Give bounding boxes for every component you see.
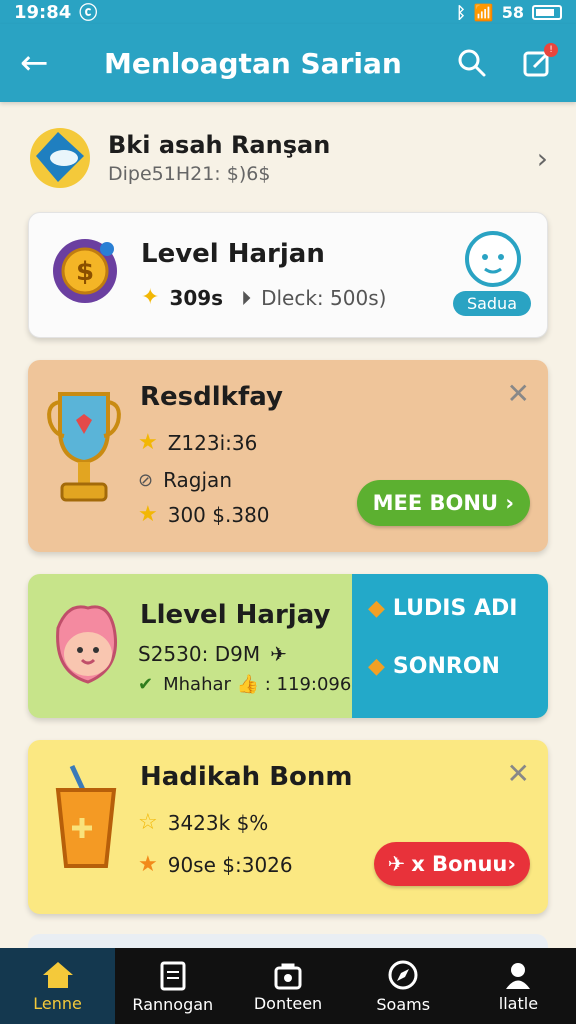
compass-icon — [388, 960, 418, 989]
reward-stat-2: Ragjan — [163, 468, 232, 492]
hadikah-stat-2: 90se $:3026 — [167, 852, 293, 877]
box-icon: ◆ — [368, 654, 385, 679]
level-harjay-line-2-text: Mhahar 👍 : 119:096) — [163, 674, 359, 695]
app-logo-icon — [30, 128, 90, 188]
sparkle-icon: ✦ — [141, 285, 160, 310]
side-panel: ◆ LUDIS ADI ◆ SONRON — [352, 574, 548, 718]
level-card-stats: ✦ 309s ⏵ Dleck: 500s) — [141, 285, 386, 310]
profile-name: Bki asah Ranşan — [108, 131, 331, 159]
notification-badge: ! — [544, 43, 558, 57]
level-harjay-line-1: S2530: D9M ✈ — [138, 642, 287, 666]
character-face-icon — [56, 605, 117, 684]
chevron-right-icon: › — [536, 141, 548, 175]
nav-item-soams[interactable]: Soams — [346, 948, 461, 1024]
wifi-icon: 📶 — [473, 2, 494, 22]
rocket-icon: ✈ — [387, 852, 406, 876]
nav-label-rannogan: Rannogan — [132, 994, 214, 1014]
nav-label-llatle: llatle — [498, 993, 539, 1013]
nav-label-home: Lenne — [33, 993, 82, 1013]
mascot-icon — [465, 231, 521, 287]
coin-icon: $ — [53, 239, 117, 303]
bottom-navigation: Lenne Rannogan Donteen Soams llatle — [0, 948, 576, 1024]
status-bar: 19:84 ⓒ ᛒ 📶 58 — [0, 0, 576, 24]
search-button[interactable] — [454, 45, 490, 81]
level-card[interactable]: $ Level Harjan ✦ 309s ⏵ Dleck: 500s) Sad… — [28, 212, 548, 338]
star-icon: ☆ — [138, 810, 158, 835]
bonus-button[interactable]: MEE BONU › — [356, 480, 530, 526]
level-card-title: Level Harjan — [141, 239, 325, 269]
close-icon[interactable]: ✕ — [507, 380, 530, 408]
nav-label-donteen: Donteen — [253, 993, 323, 1013]
hadikah-stat-row-1: ☆ 3423k $% — [138, 810, 268, 835]
level-harjay-title: Llevel Harjay — [140, 600, 331, 630]
reward-card-title: Resdlkfay — [140, 382, 283, 412]
status-time: 19:84 — [14, 1, 72, 23]
bonus-red-button[interactable]: ✈ x Bonuu› — [373, 842, 530, 886]
bonus-red-button-label: x Bonuu› — [411, 852, 516, 876]
status-right: ᛒ 📶 58 — [456, 3, 562, 22]
home-icon — [42, 961, 73, 988]
app-bar-actions: ! — [454, 43, 558, 81]
search-icon — [458, 49, 486, 77]
star-icon: ★ — [138, 502, 158, 527]
hadikah-stat-1: 3423k $% — [167, 810, 269, 835]
app-status-icon: ⓒ — [79, 3, 98, 24]
check-icon: ✔ — [138, 674, 154, 695]
clock-icon: ⏵ — [241, 285, 252, 310]
user-icon — [506, 962, 531, 989]
reward-stat-row-1: ★ Z123i:36 — [138, 430, 257, 455]
box-icon: ◆ — [368, 596, 385, 621]
bluetooth-icon: ᛒ — [456, 2, 466, 22]
back-arrow-icon[interactable]: ← — [20, 46, 60, 80]
hadikah-title: Hadikah Bonm — [140, 762, 353, 792]
level-harjay-line-2: ✔ Mhahar 👍 : 119:096) — [138, 674, 358, 695]
reward-stat-1: Z123i:36 — [167, 430, 258, 455]
profile-subtitle: Dipe51H21: $)6$ — [108, 163, 271, 185]
battery-icon — [532, 4, 562, 20]
side-item-sonron-label: SONRON — [392, 654, 500, 679]
close-icon[interactable]: ✕ — [507, 760, 530, 788]
battery-label: 58 — [501, 2, 524, 22]
drink-cup-icon — [55, 764, 117, 868]
nav-item-home[interactable]: Lenne — [0, 948, 116, 1024]
hadikah-stat-row-2: ★ 90se $:3026 — [138, 852, 293, 877]
nav-item-donteen[interactable]: Donteen — [230, 948, 345, 1024]
profile-texts: Bki asah Ranşan Dipe51H21: $)6$ — [108, 131, 330, 185]
side-item-ludis[interactable]: ◆ LUDIS ADI — [368, 596, 517, 621]
level-card-extra: Dleck: 500s) — [261, 285, 387, 310]
app-bar: ← Menloagtan Sarian ! — [0, 24, 576, 102]
reward-stat-row-3: ★ 300 $.380 — [138, 502, 270, 527]
link-icon: ⊘ — [138, 469, 154, 491]
status-pill[interactable]: Sadua — [452, 291, 531, 316]
compose-button[interactable]: ! — [520, 43, 558, 81]
nav-label-soams: Soams — [376, 994, 431, 1014]
level-harjay-line-1-text: S2530: D9M — [138, 642, 261, 666]
star-icon: ★ — [138, 852, 158, 877]
clipboard-icon — [160, 961, 186, 990]
reward-stat-3: 300 $.380 — [167, 502, 270, 527]
nav-item-llatle[interactable]: llatle — [461, 948, 576, 1024]
star-icon: ★ — [138, 430, 158, 455]
side-item-sonron[interactable]: ◆ SONRON — [368, 654, 500, 679]
trophy-icon — [47, 392, 121, 502]
level-harjay-card[interactable]: Llevel Harjay S2530: D9M ✈ ✔ Mhahar 👍 : … — [28, 574, 548, 718]
svg-text:$: $ — [76, 257, 94, 287]
bag-icon — [274, 963, 302, 989]
side-item-ludis-label: LUDIS ADI — [392, 596, 518, 621]
hadikah-bonus-card[interactable]: Hadikah Bonm ✕ ☆ 3423k $% ★ 90se $:3026 … — [28, 740, 548, 914]
reward-card[interactable]: Resdlkfay ✕ ★ Z123i:36 ⊘ Ragjan ★ 300 $.… — [28, 360, 548, 552]
ticket-icon: ✈ — [270, 642, 287, 666]
page-title: Menloagtan Sarian — [104, 46, 402, 80]
reward-stat-row-2: ⊘ Ragjan — [138, 468, 232, 492]
profile-row[interactable]: Bki asah Ranşan Dipe51H21: $)6$ › — [28, 122, 548, 194]
level-card-stat: 309s — [169, 285, 224, 310]
nav-item-rannogan[interactable]: Rannogan — [115, 948, 230, 1024]
